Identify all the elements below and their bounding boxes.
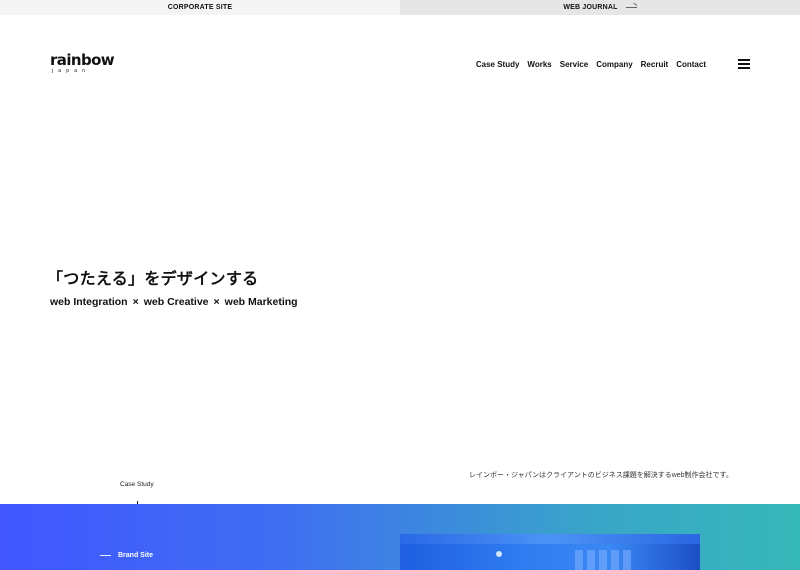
global-nav: Case Study Works Service Company Recruit… [476,60,706,69]
brand-site-link[interactable]: Brand Site [100,552,153,559]
top-bar: CORPORATE SITE WEB JOURNAL [0,0,800,15]
photo-window [599,550,607,570]
photo-window [611,550,619,570]
logo-wordmark: rainbow [50,51,115,69]
photo-window [587,550,595,570]
hero-subtitle: web Integration × web Creative × web Mar… [50,296,298,308]
nav-item-company[interactable]: Company [596,60,632,69]
corporate-site-link[interactable]: CORPORATE SITE [0,0,400,15]
corporate-site-label: CORPORATE SITE [167,4,233,11]
hamburger-menu-icon[interactable] [738,59,750,69]
nav-item-service[interactable]: Service [560,60,588,69]
service-integration: web Integration [50,296,128,308]
service-marketing: web Marketing [224,296,298,308]
scroll-case-study-label[interactable]: Case Study [120,481,154,488]
nav-item-works[interactable]: Works [527,60,551,69]
company-description: レインボー・ジャパンはクライアントのビジネス課題を解決するweb制作会社です。 [469,472,733,479]
photo-window [575,550,583,570]
nav-item-recruit[interactable]: Recruit [641,60,669,69]
photo-light [496,551,502,557]
web-journal-link[interactable]: WEB JOURNAL [400,0,800,15]
brand-site-label: Brand Site [118,552,154,559]
nav-item-case-study[interactable]: Case Study [476,60,520,69]
photo-ceiling [400,534,700,544]
hero-title: 「つたえる」をデザインする [47,271,259,288]
nav-item-contact[interactable]: Contact [676,60,706,69]
photo-window [623,550,631,570]
logo[interactable]: rainbow japan [50,51,115,75]
web-journal-label: WEB JOURNAL [563,4,618,11]
service-creative: web Creative [143,296,209,308]
times-separator: × [213,296,220,308]
dash-icon [100,555,111,556]
brand-site-photo[interactable] [400,534,700,570]
times-separator: × [132,296,139,308]
arrow-right-icon [625,7,637,8]
